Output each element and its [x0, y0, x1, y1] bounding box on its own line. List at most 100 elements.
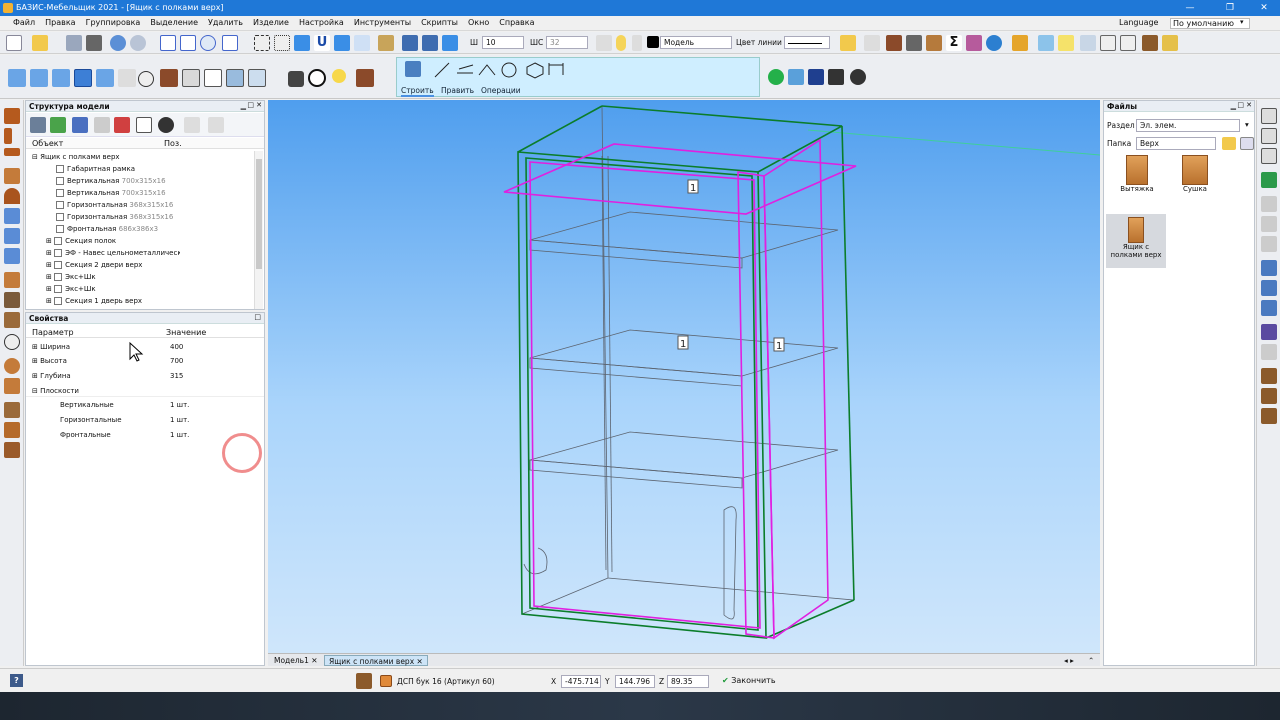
question-icon[interactable] — [72, 117, 88, 133]
document-icon[interactable] — [136, 117, 152, 133]
countertop-icon[interactable] — [4, 422, 20, 438]
restore-icon[interactable]: ❐ — [1216, 0, 1244, 16]
minimize-icon[interactable]: — — [1176, 0, 1204, 16]
tools-icon[interactable] — [30, 117, 46, 133]
folder-select[interactable]: Верх — [1136, 137, 1216, 150]
rotate-icon[interactable] — [138, 71, 154, 87]
texture-icon[interactable] — [356, 69, 374, 87]
triangle-icon[interactable] — [808, 69, 824, 85]
tree-item[interactable]: Фронтальная 686x386x3 — [56, 223, 158, 235]
drill-icon[interactable] — [1261, 368, 1277, 384]
new-file-icon[interactable] — [6, 35, 22, 51]
view-top-icon[interactable] — [52, 69, 70, 87]
view-front-icon[interactable] — [8, 69, 26, 87]
arrow-right-icon[interactable] — [1261, 172, 1277, 188]
magnet-icon[interactable]: U — [314, 35, 330, 51]
pen-icon[interactable] — [405, 61, 421, 77]
angle-icon[interactable] — [354, 35, 370, 51]
camera-icon[interactable] — [288, 71, 304, 87]
tree-item[interactable]: Вертикальная 700x315x16 — [56, 175, 166, 187]
line-width-select[interactable]: 10 — [482, 36, 524, 49]
pan-icon[interactable] — [222, 35, 238, 51]
apply-icon[interactable] — [768, 69, 784, 85]
line-style-select[interactable]: 32 — [546, 36, 588, 49]
tree-item[interactable]: ⊞ Секция полок — [46, 235, 116, 247]
property-value[interactable]: 700 — [170, 355, 183, 367]
hammer-icon[interactable] — [906, 35, 922, 51]
panel-icon[interactable] — [886, 35, 902, 51]
menu-edit[interactable]: Правка — [40, 18, 80, 27]
bars-icon[interactable] — [966, 35, 982, 51]
chevron-down-icon[interactable]: ▾ — [1245, 120, 1249, 129]
block-icon[interactable] — [4, 402, 20, 418]
tree-item[interactable]: ⊞ Экс+Шк — [46, 271, 96, 283]
menu-scripts[interactable]: Скрипты — [416, 18, 463, 27]
menu-tools[interactable]: Инструменты — [349, 18, 416, 27]
tree-item[interactable]: Габаритная рамка — [56, 163, 135, 175]
panel-horizontal-icon[interactable] — [4, 108, 20, 124]
tab-model1[interactable]: Модель1 ✕ — [270, 655, 322, 666]
weight-icon[interactable] — [828, 69, 844, 85]
panel-curved-icon[interactable] — [4, 188, 20, 204]
tree-item[interactable]: Вертикальная 700x315x16 — [56, 187, 166, 199]
view-back-icon[interactable] — [96, 69, 114, 87]
fastener-icon[interactable] — [4, 334, 20, 350]
view-icon[interactable] — [442, 35, 458, 51]
property-value[interactable]: 315 — [170, 370, 183, 382]
undo-icon[interactable] — [110, 35, 126, 51]
edge-add-icon[interactable] — [1261, 216, 1277, 232]
file-tile[interactable]: Сушка — [1170, 155, 1220, 201]
tree-item[interactable]: Горизонтальная 368x315x16 — [56, 199, 173, 211]
maximize-icon[interactable]: □ — [1237, 101, 1244, 109]
ortho-icon[interactable] — [294, 35, 310, 51]
menu-help[interactable]: Справка — [494, 18, 539, 27]
material-icon[interactable] — [356, 673, 372, 689]
color-swatch-icon[interactable] — [647, 36, 659, 48]
section-horizontal-icon[interactable] — [4, 248, 20, 264]
property-value[interactable]: 1 шт. — [170, 414, 189, 426]
menu-group[interactable]: Группировка — [81, 18, 146, 27]
render-hidden-icon[interactable] — [204, 69, 222, 87]
report-icon[interactable] — [1261, 108, 1277, 124]
group-icon[interactable] — [208, 117, 224, 133]
section-select[interactable]: Эл. элем. — [1136, 119, 1240, 132]
save-icon[interactable] — [66, 35, 82, 51]
move-icon[interactable] — [1261, 260, 1277, 276]
layer-select[interactable]: Модель — [660, 36, 732, 49]
grid-icon[interactable] — [274, 35, 290, 51]
default-profile-select[interactable]: По умолчанию — [1170, 18, 1250, 29]
layers-filter-icon[interactable] — [422, 35, 438, 51]
remove-icon[interactable] — [114, 117, 130, 133]
pin-icon[interactable]: ▁ — [241, 102, 246, 110]
print-icon[interactable] — [86, 35, 102, 51]
add-icon[interactable] — [50, 117, 66, 133]
zoom-icon[interactable] — [200, 35, 216, 51]
render-solid-icon[interactable] — [160, 69, 178, 87]
notes-icon[interactable] — [1058, 35, 1074, 51]
cutout-icon[interactable] — [1261, 408, 1277, 424]
tab-operations[interactable]: Операции — [481, 86, 521, 95]
window-layout-icon[interactable] — [1038, 35, 1054, 51]
drawer-icon[interactable] — [4, 272, 20, 288]
measure-icon[interactable] — [378, 35, 394, 51]
close-panel-icon[interactable]: ✕ — [1246, 101, 1252, 109]
scrollbar-thumb[interactable] — [256, 159, 262, 269]
snap-icon[interactable] — [254, 35, 270, 51]
tab-cabinet[interactable]: Ящик с полками верх ✕ — [324, 655, 428, 666]
search-icon[interactable] — [1240, 137, 1254, 150]
edge-icon[interactable] — [1261, 196, 1277, 212]
file-tile-selected[interactable]: Ящик с полками верх — [1106, 214, 1166, 268]
align-icon[interactable] — [788, 69, 804, 85]
open-folder-icon[interactable] — [32, 35, 48, 51]
ball-icon[interactable] — [4, 358, 20, 374]
close-icon[interactable]: ✕ — [1250, 0, 1278, 16]
view-user-icon[interactable] — [118, 69, 136, 87]
view-left-icon[interactable] — [30, 69, 48, 87]
copy-icon[interactable] — [1261, 280, 1277, 296]
render-wire-icon[interactable] — [226, 69, 244, 87]
folder-up-icon[interactable] — [1222, 137, 1236, 150]
structure-scrollbar[interactable] — [254, 151, 263, 309]
mirror-icon[interactable] — [1261, 300, 1277, 316]
property-row[interactable]: ⊞ Высота — [32, 355, 67, 367]
expand-icon[interactable]: ⌃ — [1084, 655, 1098, 666]
